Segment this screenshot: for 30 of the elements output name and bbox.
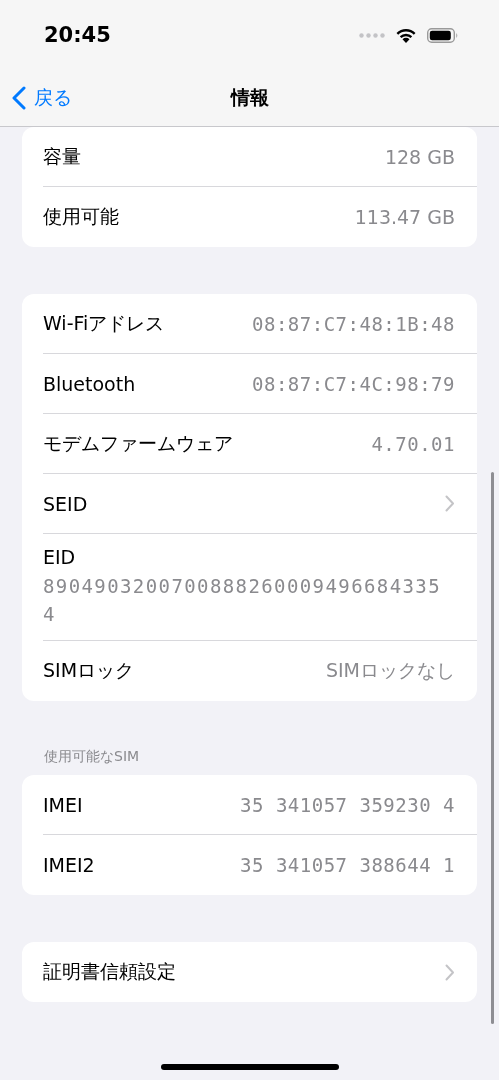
chevron-icon [445,963,455,981]
row-value: 113.47 GB [354,206,455,228]
row-value: 35 341057 388644 1 [240,854,455,876]
row-label: IMEI2 [43,854,95,876]
row-label: モデムファームウェア [43,430,233,456]
row-label: Bluetooth [43,372,136,395]
wifi-icon [395,27,417,43]
row-label: IMEI [43,793,83,816]
row-label: 使用可能 [43,204,119,229]
row-label: EID [43,546,76,568]
row-label: Wi-Fiアドレス [43,310,165,336]
row-value: 4.70.01 [371,432,455,455]
settings-row[interactable]: SEID [43,474,477,534]
status-time: 20:45 [44,23,111,47]
back-button[interactable]: 戻る [0,85,72,111]
section-header: 使用可能なSIM [43,748,141,766]
row-value: SIMロックなし [325,658,455,683]
row-label: 容量 [43,143,81,169]
chevron-icon [445,495,455,512]
row-value: 08:87:C7:48:1B:48 [252,312,455,335]
row-value: 35 341057 359230 4 [240,793,455,816]
battery-icon [427,27,459,43]
settings-row[interactable]: 証明書信頼設定 [43,942,477,1002]
row-value: 128 GB [384,145,455,168]
screen-title: 情報 [230,86,269,108]
back-chevron-icon [12,86,26,110]
row-label: SIMロック [43,658,135,683]
row-value: 89049032007008882600094966843354 [43,574,442,627]
signal-dots-icon [359,32,385,38]
row-value: 08:87:C7:4C:98:79 [252,372,455,395]
